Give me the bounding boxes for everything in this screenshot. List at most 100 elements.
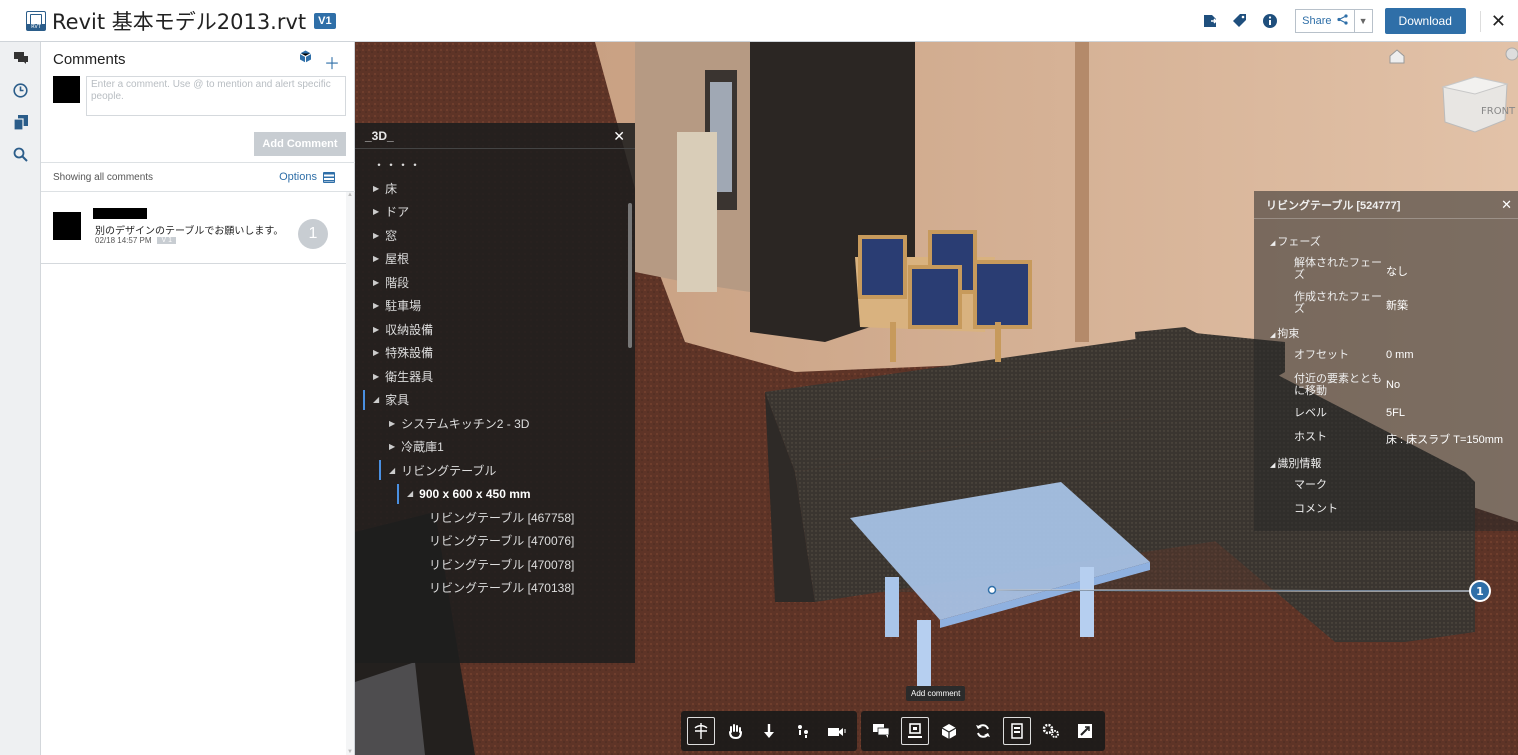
expand-arrow-icon[interactable]: ▶ (373, 325, 379, 334)
orbit-icon[interactable] (687, 717, 715, 745)
property-category[interactable]: ◢ フェーズ (1270, 233, 1321, 249)
property-category[interactable]: ◢ 拘束 (1270, 325, 1299, 341)
tree-item-label: 家具 (385, 393, 410, 408)
comments-tab[interactable] (0, 42, 41, 74)
search-tab[interactable] (0, 138, 41, 170)
property-label: マーク (1294, 479, 1327, 491)
tree-item[interactable]: リビングテーブル [467758] (355, 506, 625, 530)
comment-item[interactable]: 別のデザインのテーブルでお願いします。 02/18 14:57 PM V 1 1 (41, 198, 347, 264)
model-browser-icon[interactable] (1003, 717, 1031, 745)
settings-icon[interactable] (1037, 717, 1065, 745)
expand-arrow-icon[interactable]: ▶ (373, 301, 379, 310)
info-icon[interactable] (1259, 10, 1281, 32)
tree-item[interactable]: ▶ 床 (355, 177, 625, 201)
tag-icon[interactable] (1229, 10, 1251, 32)
property-label: ホスト (1294, 431, 1327, 443)
property-value: 床 : 床スラブ T=150mm (1386, 434, 1504, 446)
pan-icon[interactable] (721, 717, 749, 745)
close-icon[interactable]: ✕ (613, 128, 625, 145)
viewer-toolbar (681, 711, 1105, 751)
comment-input[interactable]: Enter a comment. Use @ to mention and al… (86, 76, 346, 116)
add-icon[interactable]: ＋ (324, 50, 340, 74)
property-category[interactable]: ◢ 識別情報 (1270, 455, 1321, 471)
expand-arrow-icon[interactable]: ▶ (373, 231, 379, 240)
tree-item-label: 屋根 (385, 252, 410, 267)
3d-viewport[interactable]: 1 FRONT _3D_ ✕ ・・・・ ▶ 床 ▶ ドア ▶ 窓 ▶ 屋根 ▶ 階段 ▶ 駐車場 ▶ 収納設… (355, 42, 1518, 755)
viewcube-face-label: FRONT (1481, 106, 1516, 117)
browser-tree: ・・・・ ▶ 床 ▶ ドア ▶ 窓 ▶ 屋根 ▶ 階段 ▶ 駐車場 ▶ 収納設備 ▶ 特殊設備 ▶ 衛生器具 ◢ 家具 ▶… (355, 153, 625, 600)
expand-arrow-icon[interactable]: ▶ (389, 419, 395, 428)
tree-item[interactable]: ◢ 家具 (355, 388, 625, 412)
expand-arrow-icon[interactable]: ▶ (389, 442, 395, 451)
viewcube-info-icon[interactable] (1505, 47, 1518, 61)
filter-text: Showing all comments (53, 171, 154, 183)
share-button[interactable]: Share (1295, 9, 1355, 33)
comment-version: V 1 (157, 237, 176, 244)
export-icon[interactable] (1199, 10, 1221, 32)
selection-marker (397, 483, 399, 504)
expand-arrow-icon[interactable]: ▶ (373, 254, 379, 263)
tree-item[interactable]: ◢ リビングテーブル (355, 459, 625, 483)
markup-icon[interactable] (901, 717, 929, 745)
zoom-icon[interactable] (755, 717, 783, 745)
tree-item-label: リビングテーブル (401, 463, 497, 478)
version-badge[interactable]: V1 (314, 12, 336, 29)
download-button[interactable]: Download (1384, 8, 1466, 34)
comments-scrollbar[interactable] (346, 192, 354, 755)
expand-arrow-icon[interactable]: ▶ (373, 278, 379, 287)
tree-item[interactable]: ▶ ドア (355, 200, 625, 224)
properties-title: リビングテーブル [524777] (1254, 191, 1518, 219)
tree-item[interactable]: リビングテーブル [470078] (355, 553, 625, 577)
expand-arrow-icon[interactable]: ▶ (373, 348, 379, 357)
comment-icon[interactable] (867, 717, 895, 745)
close-icon[interactable]: ✕ (1479, 10, 1506, 32)
tree-item[interactable]: ▶ 特殊設備 (355, 341, 625, 365)
tree-item-label: 床 (385, 181, 398, 196)
expand-arrow-icon[interactable]: ▶ (373, 184, 379, 193)
tree-item[interactable]: リビングテーブル [470138] (355, 576, 625, 600)
tree-item[interactable]: ▶ 衛生器具 (355, 365, 625, 389)
collapse-arrow-icon[interactable]: ◢ (407, 489, 413, 498)
tree-item[interactable]: ▶ 冷蔵庫1 (355, 435, 625, 459)
tree-item[interactable]: ▶ 階段 (355, 271, 625, 295)
history-tab[interactable] (0, 74, 41, 106)
comment-meta: 02/18 14:57 PM V 1 (95, 236, 176, 245)
camera-icon[interactable] (823, 717, 851, 745)
model-tools (861, 711, 1105, 751)
tree-item-label: 窓 (385, 228, 398, 243)
close-icon[interactable]: ✕ (1501, 197, 1512, 213)
tree-item[interactable]: ▶ 収納設備 (355, 318, 625, 342)
tree-item[interactable]: ▶ 駐車場 (355, 294, 625, 318)
chevron-down-icon[interactable]: ▼ (1354, 9, 1373, 33)
tree-item-label: 衛生器具 (385, 369, 434, 384)
tree-item[interactable]: ◢ 900 x 600 x 450 mm (355, 482, 625, 506)
expand-arrow-icon[interactable]: ▶ (373, 207, 379, 216)
tree-item-label: リビングテーブル [470078] (429, 557, 575, 572)
walk-icon[interactable] (789, 717, 817, 745)
options-label: Options (279, 171, 317, 183)
tree-item[interactable]: ▶ 窓 (355, 224, 625, 248)
reset-icon[interactable] (969, 717, 997, 745)
browser-title: _3D_ (355, 123, 635, 149)
tree-item[interactable]: ▶ 屋根 (355, 247, 625, 271)
options-button[interactable]: Options (279, 171, 335, 183)
comment-count-badge: 1 (298, 219, 328, 249)
revit-file-icon: RVT (26, 10, 46, 31)
tree-item-label: ドア (385, 205, 410, 220)
browser-scrollbar[interactable] (628, 203, 632, 348)
collapse-arrow-icon[interactable]: ◢ (373, 395, 379, 404)
expand-arrow-icon[interactable]: ▶ (373, 372, 379, 381)
add-comment-button[interactable]: Add Comment (254, 132, 346, 156)
tree-item-label: ・・・・ (373, 158, 422, 173)
versions-tab[interactable] (0, 106, 41, 138)
collapse-arrow-icon[interactable]: ◢ (389, 466, 395, 475)
property-category-label: 拘束 (1277, 328, 1300, 340)
property-category-label: 識別情報 (1277, 458, 1322, 470)
explode-icon[interactable] (935, 717, 963, 745)
property-label: コメント (1294, 503, 1338, 515)
fullscreen-icon[interactable] (1071, 717, 1099, 745)
tree-item[interactable]: リビングテーブル [470076] (355, 529, 625, 553)
tree-item[interactable]: ▶ システムキッチン2 - 3D (355, 412, 625, 436)
cube-icon[interactable] (299, 50, 312, 74)
tree-item[interactable]: ・・・・ (355, 153, 625, 177)
